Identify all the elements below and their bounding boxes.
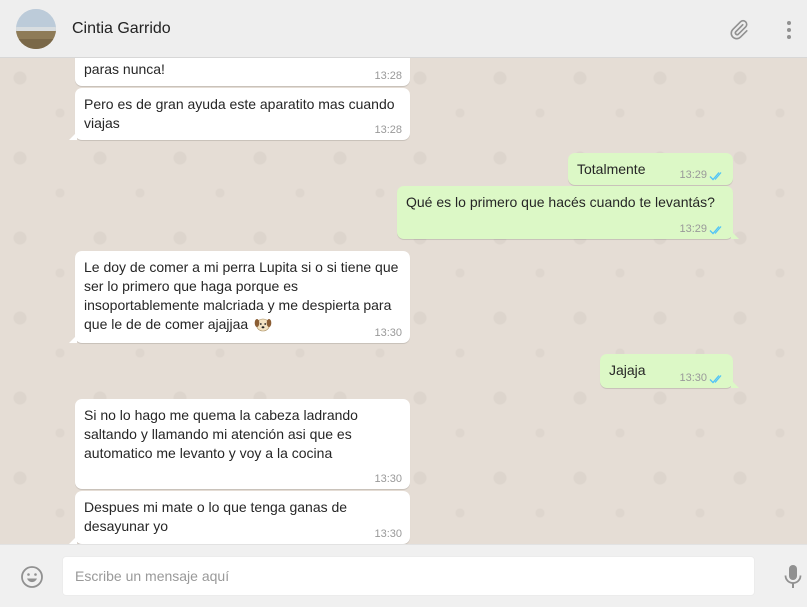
read-ticks-icon (709, 375, 722, 384)
message-input-container (62, 556, 755, 596)
emoji-icon[interactable] (20, 565, 44, 589)
read-ticks-icon (709, 226, 722, 235)
bubble-tail (69, 132, 77, 140)
message-outgoing: Totalmente 13:29 (568, 153, 733, 185)
read-ticks-icon (709, 172, 722, 181)
menu-dots-icon[interactable] (777, 18, 801, 42)
message-text: Totalmente (577, 161, 646, 177)
bubble-tail (69, 335, 77, 343)
chat-header: Cintia Garrido (0, 0, 807, 58)
avatar[interactable] (16, 9, 56, 49)
message-text: Qué es lo primero que hacés cuando te le… (406, 194, 715, 210)
message-text: paras nunca! (84, 61, 165, 77)
message-incoming: Si no lo hago me quema la cabeza ladrand… (75, 399, 410, 489)
message-incoming: Despues mi mate o lo que tenga ganas de … (69, 491, 410, 544)
contact-name[interactable]: Cintia Garrido (72, 20, 171, 38)
bubble-tail (731, 380, 739, 388)
composer-bar (0, 544, 807, 607)
message-time: 13:29 (679, 169, 707, 181)
message-time: 13:30 (679, 372, 707, 384)
message-input[interactable] (63, 557, 754, 595)
bubble-tail (69, 536, 77, 544)
message-time: 13:29 (679, 223, 707, 235)
message-text: Pero es de gran ayuda este aparatito mas… (84, 96, 395, 131)
microphone-icon[interactable] (782, 564, 804, 590)
message-text: Si no lo hago me quema la cabeza ladrand… (84, 407, 358, 461)
message-text: Jajaja (609, 362, 646, 378)
message-time: 13:28 (374, 124, 402, 136)
message-time: 13:28 (374, 70, 402, 82)
message-time: 13:30 (374, 327, 402, 339)
paperclip-icon[interactable] (727, 18, 751, 42)
bubble-tail (731, 231, 739, 239)
chat-area[interactable]: paras nunca! 13:28 Pero es de gran ayuda… (0, 58, 807, 544)
dog-face-emoji-icon (254, 318, 272, 332)
message-incoming: Pero es de gran ayuda este aparatito mas… (69, 88, 410, 140)
message-incoming: paras nunca! 13:28 (75, 58, 410, 86)
message-outgoing: Qué es lo primero que hacés cuando te le… (397, 186, 739, 239)
message-time: 13:30 (374, 473, 402, 485)
message-time: 13:30 (374, 528, 402, 540)
message-text: Le doy de comer a mi perra Lupita si o s… (84, 259, 399, 332)
message-incoming: Le doy de comer a mi perra Lupita si o s… (69, 251, 410, 343)
message-outgoing: Jajaja 13:30 (600, 354, 739, 388)
message-text: Despues mi mate o lo que tenga ganas de … (84, 499, 348, 534)
